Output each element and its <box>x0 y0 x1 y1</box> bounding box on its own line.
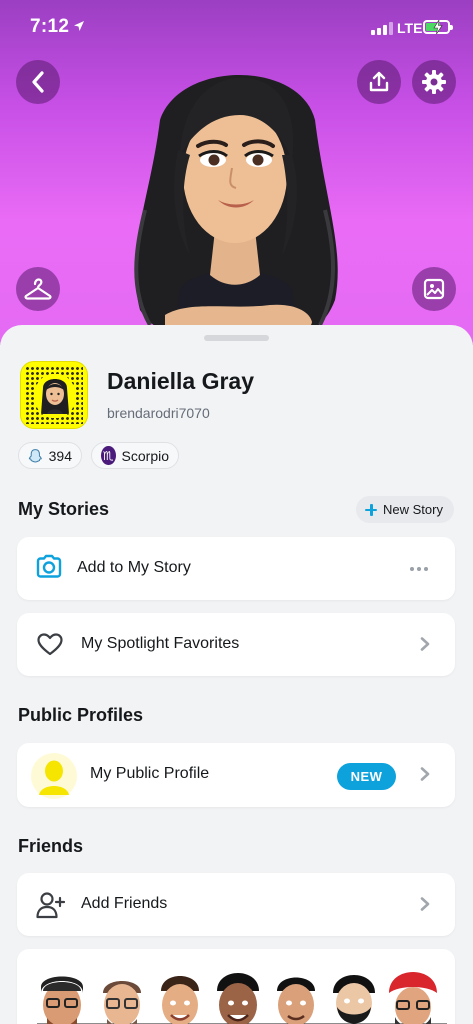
my-public-profile-row[interactable]: My Public Profile NEW <box>17 743 455 807</box>
selfie-button[interactable] <box>412 267 456 311</box>
add-friend-icon <box>36 892 66 919</box>
spotlight-favorites-row[interactable]: My Spotlight Favorites <box>17 613 455 676</box>
more-options-icon[interactable] <box>410 567 428 571</box>
gear-icon <box>422 70 446 94</box>
hanger-icon <box>24 278 52 300</box>
public-profiles-heading: Public Profiles <box>18 705 144 725</box>
friends-heading: Friends <box>18 836 84 856</box>
new-story-button[interactable]: New Story <box>356 496 454 523</box>
location-arrow-icon <box>74 21 84 31</box>
add-friends-row[interactable]: Add Friends <box>17 873 455 936</box>
display-name: Daniella Gray <box>107 368 255 394</box>
profile-sheet: Daniella Gray brendarodri7070 394 ♏ Scor… <box>0 325 473 1024</box>
network-label: LTE <box>397 20 423 36</box>
sheet-handle[interactable] <box>204 335 269 341</box>
status-bar: 7:12 LTE <box>0 0 473 50</box>
spotlight-favorites-label: My Spotlight Favorites <box>81 635 240 652</box>
chevron-right-icon <box>420 897 430 911</box>
back-button[interactable] <box>16 60 60 104</box>
plus-icon <box>365 503 377 516</box>
photo-icon <box>423 278 445 300</box>
zodiac-label: Scorpio <box>121 447 169 464</box>
new-badge: NEW <box>337 763 396 790</box>
add-to-my-story-row[interactable]: Add to My Story <box>17 537 455 600</box>
share-profile-button[interactable] <box>357 60 401 104</box>
chevron-right-icon <box>420 767 430 781</box>
bitmoji-header: 7:12 LTE <box>0 0 473 345</box>
ghost-icon <box>28 448 42 462</box>
friends-bitmoji-row[interactable] <box>17 949 455 1024</box>
new-story-label: New Story <box>383 502 443 517</box>
friend-bitmoji-group <box>37 972 447 1024</box>
status-time: 7:12 <box>30 16 70 37</box>
add-friends-label: Add Friends <box>81 895 168 912</box>
share-icon <box>369 71 389 92</box>
back-arrow-icon <box>32 71 44 93</box>
bitmoji-avatar <box>134 75 338 345</box>
chevron-right-icon <box>420 637 430 651</box>
public-profile-avatar-icon <box>31 753 77 799</box>
zodiac-pill[interactable]: ♏ Scorpio <box>91 442 179 469</box>
username: brendarodri7070 <box>107 405 210 421</box>
add-to-my-story-label: Add to My Story <box>77 559 191 576</box>
snapcode[interactable] <box>20 361 88 429</box>
scorpio-icon: ♏ <box>101 446 116 465</box>
settings-button[interactable] <box>412 60 456 104</box>
snap-score-value: 394 <box>48 447 72 464</box>
battery-icon <box>423 20 453 34</box>
heart-icon <box>37 633 63 656</box>
snapcode-bitmoji <box>35 374 75 418</box>
my-stories-heading: My Stories <box>18 499 110 519</box>
my-public-profile-label: My Public Profile <box>90 765 210 782</box>
signal-icon <box>371 22 393 35</box>
outfit-button[interactable] <box>16 267 60 311</box>
camera-icon <box>36 554 62 578</box>
snap-score-pill[interactable]: 394 <box>18 442 82 469</box>
